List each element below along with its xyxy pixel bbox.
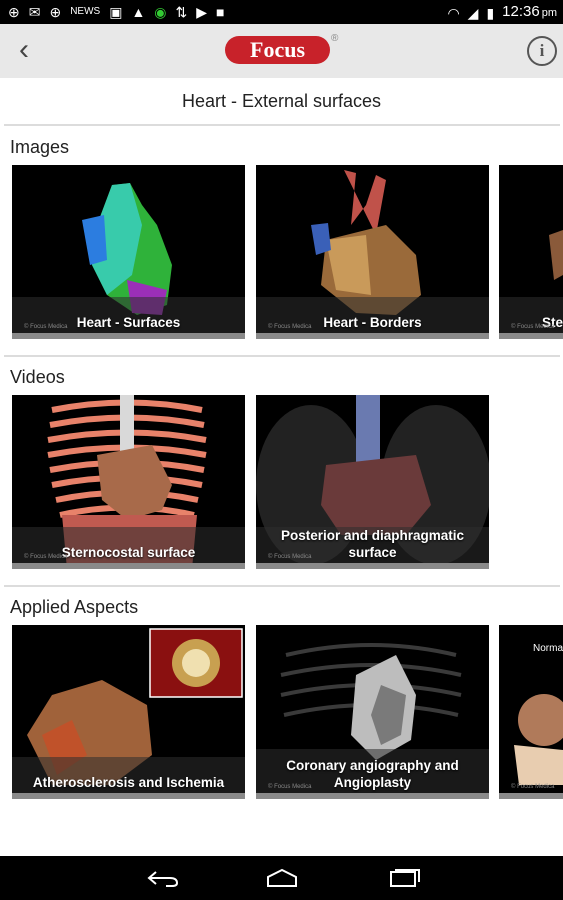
caption-bar: [499, 793, 563, 799]
recents-nav-icon[interactable]: [387, 868, 421, 888]
applied-tile-coronary-angiography[interactable]: Coronary angiography and Angioplasty © F…: [256, 625, 489, 799]
section-title-videos: Videos: [10, 367, 65, 387]
system-icons: ◠ ◢ ▮ 12:36 pm: [447, 3, 557, 22]
status-bar: ⊕ ✉ ⊕ NEWS ▣ ▲ ◉ ⇅ ▶ ■ ◠ ◢ ▮ 12:36 pm: [0, 0, 563, 24]
section-title-applied-aspects: Applied Aspects: [10, 597, 139, 617]
info-button[interactable]: i: [527, 36, 557, 66]
caption-bar: [12, 563, 245, 569]
divider: [4, 124, 560, 126]
tile-credit: © Focus Medica: [511, 324, 555, 330]
wifi-icon: ◠: [447, 4, 460, 21]
caption-bar: [256, 563, 489, 569]
caption-bar: [256, 333, 489, 339]
page-title: Heart - External surfaces: [181, 91, 382, 111]
app-bar: ‹ Focus ® i: [0, 24, 563, 78]
caption-bar: [256, 793, 489, 799]
tile-caption: Atherosclerosis and Ischemia: [32, 775, 225, 790]
applied-tile-atherosclerosis[interactable]: Atherosclerosis and Ischemia: [12, 625, 245, 799]
usb-icon: ⇅: [175, 4, 188, 20]
video-tile-posterior-diaphragmatic[interactable]: Posterior and diaphragmatic surface © Fo…: [256, 395, 489, 569]
tile-credit: © Focus Medica: [24, 324, 68, 330]
tile-credit: © Focus Medica: [268, 554, 312, 560]
caption-bar: [499, 333, 563, 339]
section-title-images: Images: [10, 137, 70, 157]
image-tile-heart-surfaces[interactable]: Heart - Surfaces © Focus Medica: [12, 165, 245, 339]
navigation-bar: [0, 856, 563, 900]
signal-icon: ◢: [467, 4, 479, 21]
focus-logo: Focus: [225, 36, 330, 64]
warning-icon: ▲: [131, 4, 146, 20]
tile-credit: © Focus Medica: [268, 324, 312, 330]
back-nav-icon[interactable]: [146, 868, 180, 888]
home-nav-icon[interactable]: [265, 868, 299, 888]
video-tile-sternocostal[interactable]: Sternocostal surface © Focus Medica: [12, 395, 245, 569]
registered-mark: ®: [331, 33, 339, 44]
applied-tile-partial[interactable]: Norma © Focus Medica: [499, 625, 563, 799]
back-button[interactable]: ‹: [6, 32, 42, 70]
tile-credit: © Focus Medica: [268, 784, 312, 790]
clock: 12:36 pm: [502, 3, 557, 20]
android-icon: ⊕: [8, 4, 20, 20]
play-store-icon: ▶: [196, 4, 208, 20]
divider: [4, 355, 560, 357]
android-icon: ⊕: [49, 4, 62, 20]
stop-icon: ■: [216, 4, 225, 20]
image-tile-heart-borders[interactable]: Heart - Borders © Focus Medica: [256, 165, 489, 339]
caption-bar: [12, 793, 245, 799]
tile-credit: © Focus Medica: [511, 784, 555, 790]
tile-top-label: Norma: [533, 643, 563, 654]
news-icon: NEWS: [70, 6, 101, 17]
mail-icon: ✉: [28, 4, 41, 20]
caption-bar: [12, 333, 245, 339]
tile-credit: © Focus Medica: [24, 554, 68, 560]
picture-icon: ▣: [109, 4, 123, 20]
image-tile-partial[interactable]: Ste © Focus Medica: [499, 165, 563, 339]
divider: [4, 585, 560, 587]
notification-icons: ⊕ ✉ ⊕ NEWS ▣ ▲ ◉ ⇅ ▶ ■: [8, 3, 225, 21]
download-ring-icon: ◉: [154, 4, 167, 20]
battery-icon: ▮: [486, 4, 495, 21]
